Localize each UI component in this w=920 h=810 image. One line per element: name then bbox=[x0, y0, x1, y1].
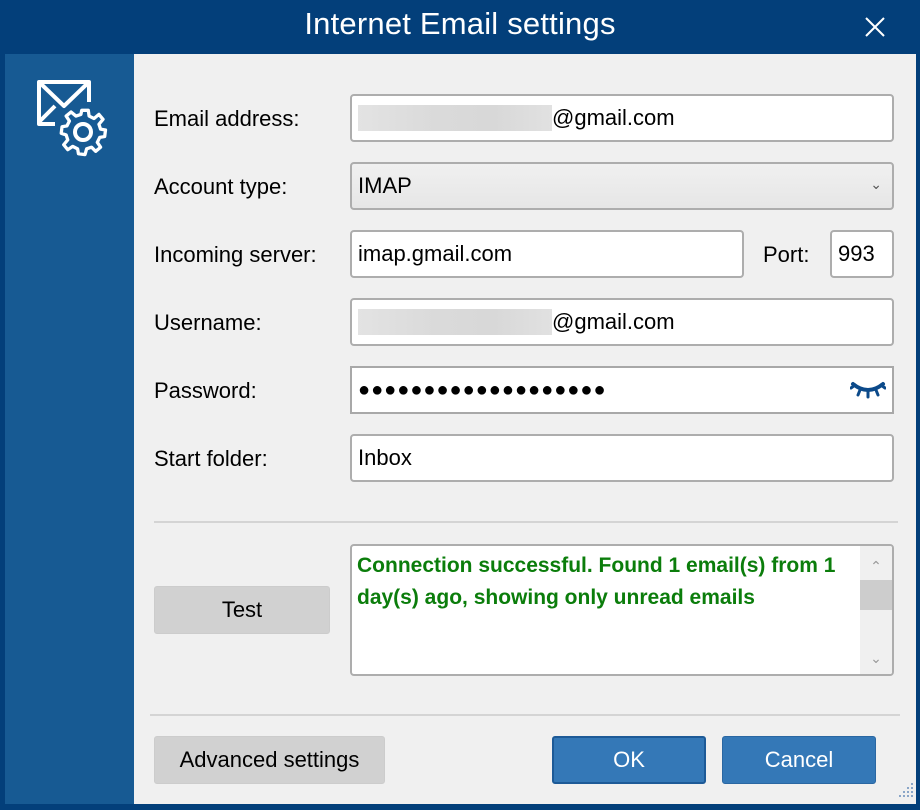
email-address-label: Email address: bbox=[154, 106, 300, 131]
incoming-server-label: Incoming server: bbox=[154, 242, 317, 267]
scroll-thumb[interactable] bbox=[860, 580, 892, 610]
email-settings-dialog: Internet Email settings Email address: @… bbox=[0, 0, 920, 810]
test-result-text: Connection successful. Found 1 email(s) … bbox=[357, 554, 836, 609]
dialog-title: Internet Email settings bbox=[304, 6, 616, 41]
port-input[interactable]: 993 bbox=[830, 230, 894, 278]
email-address-input[interactable]: @gmail.com bbox=[350, 94, 894, 142]
resize-grip-icon[interactable] bbox=[896, 780, 914, 798]
advanced-settings-button[interactable]: Advanced settings bbox=[154, 736, 385, 784]
username-label: Username: bbox=[154, 310, 262, 335]
test-result-box[interactable]: Connection successful. Found 1 email(s) … bbox=[350, 544, 894, 676]
username-input[interactable]: @gmail.com bbox=[350, 298, 894, 346]
redacted-text bbox=[358, 105, 552, 131]
title-bar[interactable]: Internet Email settings bbox=[0, 0, 920, 54]
port-value: 993 bbox=[838, 241, 875, 266]
start-folder-input[interactable]: Inbox bbox=[350, 434, 894, 482]
eye-closed-icon[interactable] bbox=[850, 376, 886, 402]
password-input[interactable]: ●●●●●●●●●●●●●●●●●●● bbox=[350, 366, 894, 414]
email-address-value: @gmail.com bbox=[552, 105, 675, 130]
username-value: @gmail.com bbox=[552, 309, 675, 334]
close-button[interactable] bbox=[860, 12, 890, 42]
chevron-down-icon: ⌄ bbox=[870, 176, 882, 192]
divider bbox=[154, 521, 898, 523]
test-button[interactable]: Test bbox=[154, 586, 330, 634]
result-scrollbar[interactable]: ⌃ ⌄ bbox=[860, 546, 892, 674]
account-type-label: Account type: bbox=[154, 174, 288, 199]
email-settings-gear-icon bbox=[37, 80, 108, 157]
cancel-button[interactable]: Cancel bbox=[722, 736, 876, 784]
incoming-server-input[interactable]: imap.gmail.com bbox=[350, 230, 744, 278]
settings-form: Email address: @gmail.com Account type: … bbox=[134, 54, 916, 804]
scroll-up-icon[interactable]: ⌃ bbox=[860, 552, 892, 580]
password-label: Password: bbox=[154, 378, 257, 403]
account-type-select[interactable]: IMAP ⌄ bbox=[350, 162, 894, 210]
port-label: Port: bbox=[763, 242, 810, 267]
sidebar bbox=[5, 54, 134, 804]
close-icon bbox=[865, 17, 885, 37]
incoming-server-value: imap.gmail.com bbox=[358, 241, 513, 266]
divider bbox=[150, 714, 900, 716]
ok-button[interactable]: OK bbox=[552, 736, 706, 784]
start-folder-value: Inbox bbox=[358, 445, 412, 470]
password-masked-value: ●●●●●●●●●●●●●●●●●●● bbox=[358, 378, 607, 401]
redacted-text bbox=[358, 309, 552, 335]
account-type-value: IMAP bbox=[358, 173, 412, 198]
scroll-down-icon[interactable]: ⌄ bbox=[860, 644, 892, 672]
start-folder-label: Start folder: bbox=[154, 446, 268, 471]
